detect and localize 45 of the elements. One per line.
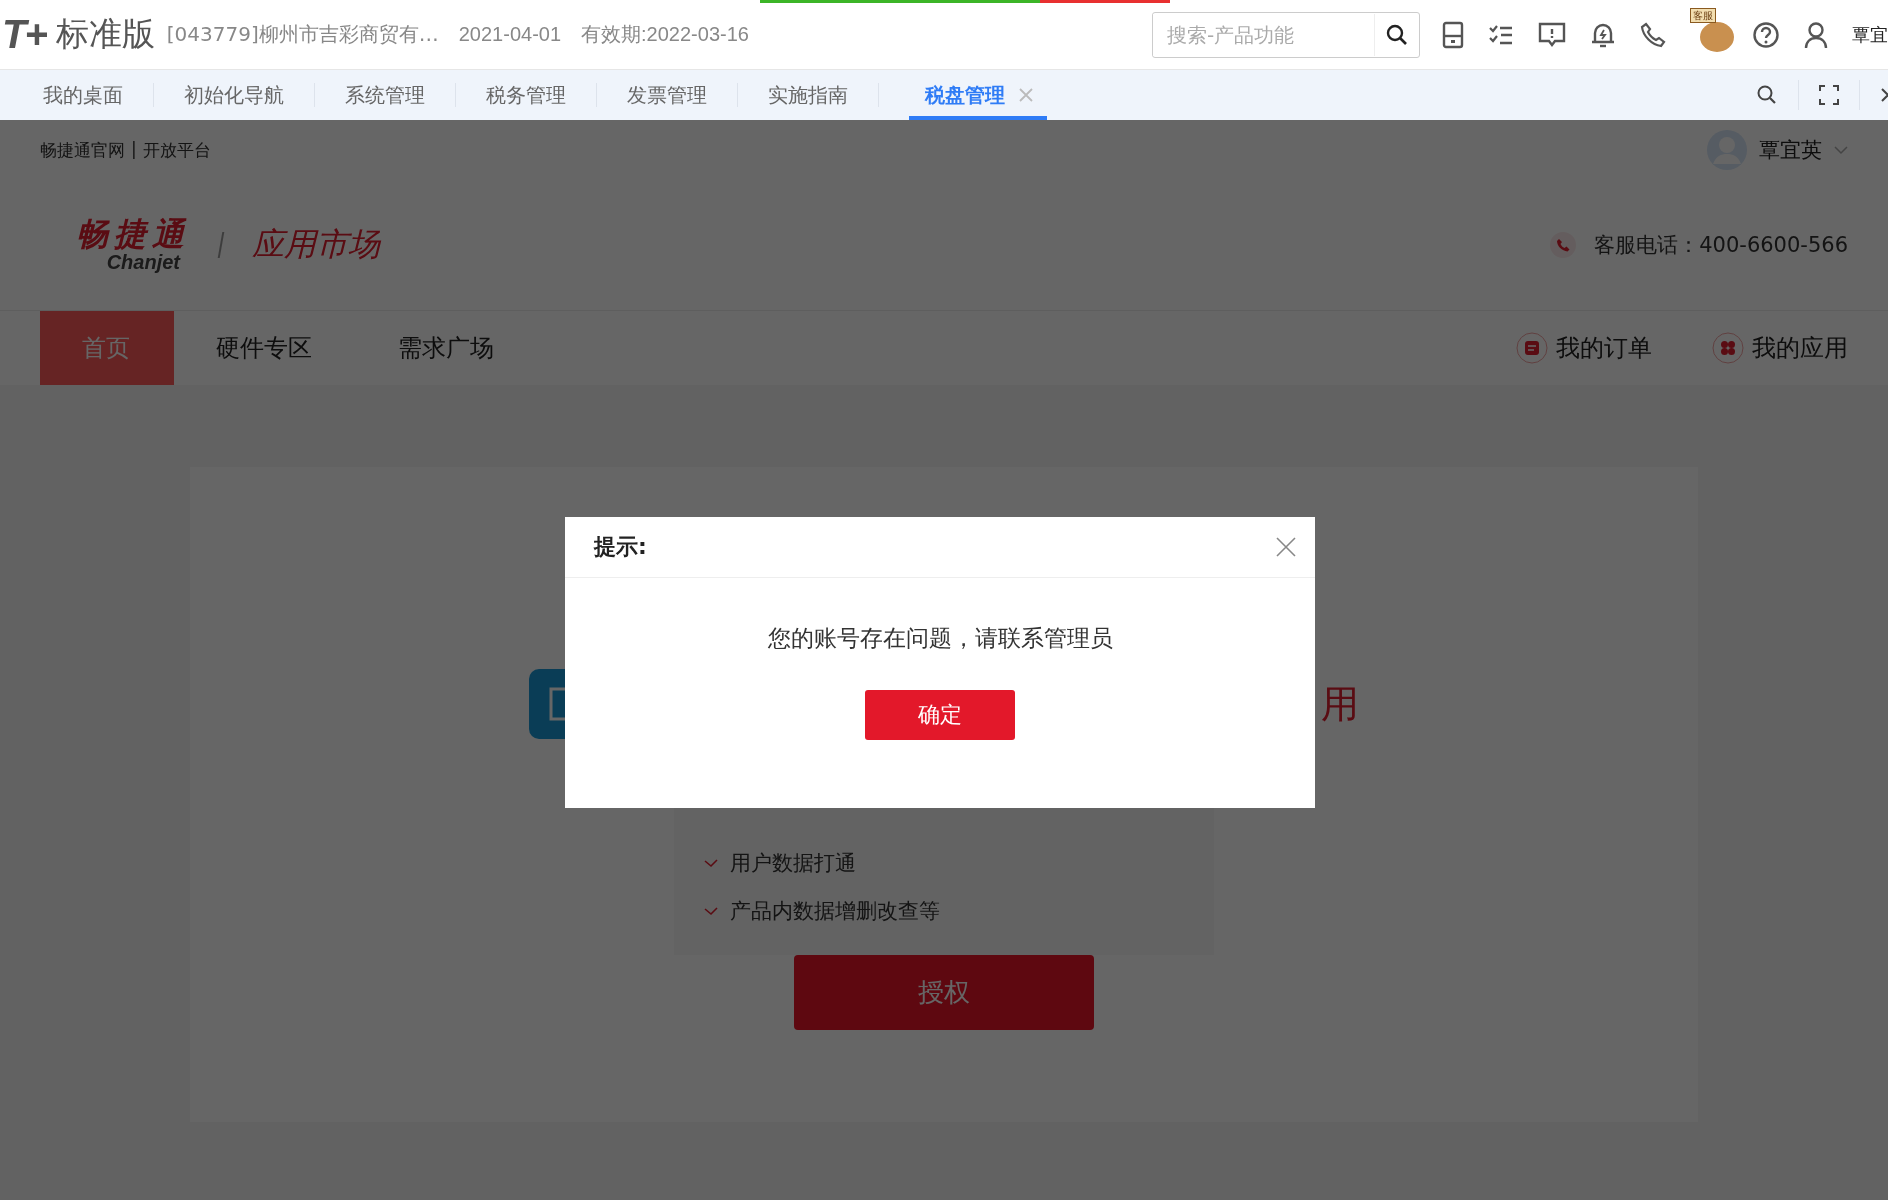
phone-icon[interactable]: [1640, 21, 1666, 48]
search-icon[interactable]: [1385, 22, 1409, 47]
tab[interactable]: 实施指南: [768, 70, 848, 120]
website-link[interactable]: 畅捷通官网: [40, 138, 125, 162]
nav-item[interactable]: 硬件专区: [174, 311, 356, 385]
edition-title: 标准版: [55, 13, 155, 55]
link-separator: |: [131, 138, 137, 161]
company-logo: 畅捷通 Chanjet: [75, 217, 190, 273]
help-icon[interactable]: [1752, 20, 1780, 49]
fullscreen-icon[interactable]: [1819, 85, 1839, 105]
tab[interactable]: 系统管理: [345, 70, 425, 120]
dialog-title: 提示:: [594, 533, 647, 561]
open-platform-link[interactable]: 开放平台: [142, 138, 211, 162]
nav-item[interactable]: 首页: [40, 311, 174, 385]
tab[interactable]: 发票管理: [627, 70, 707, 120]
nav-link[interactable]: 我的订单: [1516, 311, 1652, 385]
expiry-date: 有效期:2022-03-16: [581, 22, 749, 47]
message-icon[interactable]: [1538, 21, 1566, 48]
permission-text: 用户数据打通: [730, 850, 856, 877]
hotline-text: 客服电话：400-6600-566: [1594, 232, 1848, 259]
calculator-icon[interactable]: [1442, 20, 1464, 49]
dialog-message: 您的账号存在问题，请联系管理员: [767, 624, 1113, 653]
authorize-button[interactable]: 授权: [794, 955, 1094, 1030]
tab[interactable]: 初始化导航: [184, 70, 284, 120]
search-field[interactable]: 搜索-产品功能: [1152, 11, 1420, 58]
product-logo: T+: [2, 12, 46, 57]
app-title: 用: [1321, 680, 1359, 728]
market-title: 应用市场: [252, 224, 380, 265]
nav-link[interactable]: 我的应用: [1712, 311, 1848, 385]
nav-item[interactable]: 需求广场: [356, 311, 538, 385]
account-date: 2021-04-01: [458, 23, 562, 46]
check-icon: [704, 858, 718, 868]
order-icon: [1516, 332, 1548, 364]
company-name: [043779]柳州市吉彩商贸有…: [166, 21, 439, 48]
tab[interactable]: 我的桌面: [43, 70, 123, 120]
confirm-button[interactable]: 确定: [865, 690, 1015, 740]
user-name[interactable]: 覃宜英: [1759, 136, 1822, 164]
permission-text: 产品内数据增删改查等: [730, 898, 940, 925]
tab[interactable]: 税务管理: [486, 70, 566, 120]
check-icon: [704, 906, 718, 916]
user-name[interactable]: 覃宜: [1852, 22, 1888, 47]
phone-icon: [1550, 232, 1577, 258]
user-icon[interactable]: [1804, 20, 1828, 49]
search-icon[interactable]: [1756, 84, 1778, 106]
apps-icon: [1712, 332, 1744, 364]
